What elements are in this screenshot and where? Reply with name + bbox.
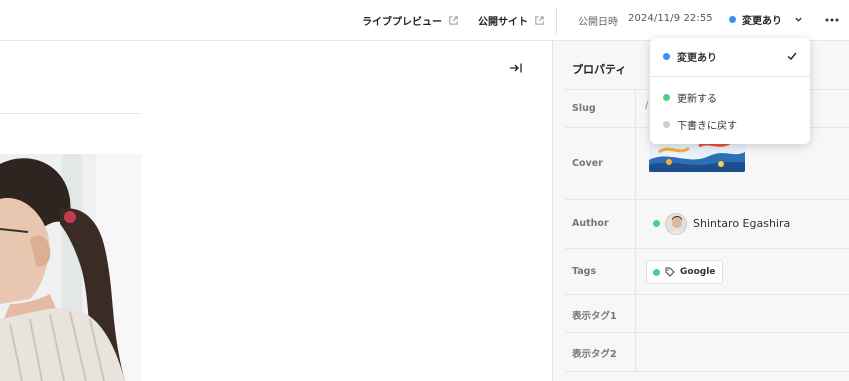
editor-area (0, 41, 552, 381)
property-row-display-tag2[interactable]: 表示タグ2 (565, 332, 849, 372)
collapse-right-icon[interactable] (509, 61, 523, 75)
external-link-icon (535, 16, 544, 25)
menu-divider (650, 76, 810, 77)
header-divider (556, 8, 557, 34)
status-option-label: 変更あり (677, 53, 717, 64)
public-site-link[interactable]: 公開サイト (478, 13, 545, 28)
property-label: Slug (572, 103, 596, 114)
property-label: Cover (572, 158, 603, 169)
live-preview-link[interactable]: ライブプレビュー (362, 13, 459, 28)
more-horizontal-icon[interactable] (824, 10, 840, 30)
row-divider (635, 333, 636, 371)
status-dot (729, 16, 736, 23)
slug-value[interactable]: / (645, 100, 648, 111)
photo-icon (0, 154, 141, 381)
property-label: 表示タグ2 (572, 349, 617, 360)
row-divider (635, 128, 636, 199)
tag-chip[interactable]: Google (646, 260, 724, 284)
title-divider (0, 113, 141, 114)
status-option-changed[interactable]: 変更あり (663, 49, 717, 64)
property-row-tags[interactable]: Tags Google (565, 248, 849, 294)
published-label: 公開日時 (578, 17, 618, 28)
avatar (665, 213, 687, 235)
property-row-display-tag1[interactable]: 表示タグ1 (565, 294, 849, 332)
chevron-down-icon (795, 17, 802, 22)
status-option-revert-draft[interactable]: 下書きに戻す (663, 117, 737, 132)
tag-label: Google (680, 267, 716, 277)
status-option-update[interactable]: 更新する (663, 90, 717, 105)
status-option-label: 下書きに戻す (677, 121, 737, 132)
property-label: Author (572, 218, 609, 229)
status-dot (663, 121, 670, 128)
property-row-author[interactable]: Author Shintaro Egashira (565, 199, 849, 248)
external-link-icon (449, 16, 458, 25)
tag-icon (665, 267, 675, 277)
status-dot (663, 53, 670, 60)
row-divider (635, 200, 636, 248)
check-icon (787, 52, 797, 60)
row-divider (635, 90, 636, 127)
avatar-icon (666, 214, 686, 234)
author-status-dot (653, 220, 660, 227)
property-label: Tags (572, 266, 597, 277)
status-dropdown-button[interactable]: 変更あり (729, 12, 803, 27)
row-divider (635, 295, 636, 332)
status-menu: 変更あり 更新する 下書きに戻す (650, 38, 810, 144)
property-label: 表示タグ1 (572, 311, 617, 322)
top-bar: ライブプレビュー 公開サイト 公開日時 2024/11/9 22:55 変更あり (0, 0, 849, 41)
properties-title: プロパティ (572, 63, 627, 76)
status-dot (663, 94, 670, 101)
public-site-label: 公開サイト (478, 17, 528, 28)
published-datetime: 2024/11/9 22:55 (628, 13, 713, 24)
author-name[interactable]: Shintaro Egashira (693, 217, 790, 230)
live-preview-label: ライブプレビュー (362, 17, 442, 28)
tag-status-dot (653, 268, 660, 276)
status-option-label: 更新する (677, 94, 717, 105)
article-photo[interactable] (0, 154, 141, 381)
status-label: 変更あり (742, 16, 782, 27)
row-divider (635, 249, 636, 294)
